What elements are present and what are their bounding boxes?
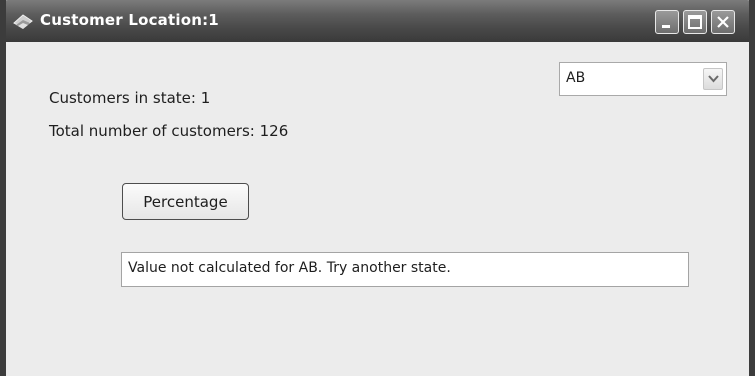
total-customers-label: Total number of customers: 126 — [49, 122, 289, 140]
app-icon — [12, 11, 34, 31]
state-select-arrow[interactable] — [703, 68, 723, 90]
percentage-button[interactable]: Percentage — [122, 183, 249, 220]
maximize-button[interactable] — [683, 10, 707, 34]
minimize-button[interactable] — [655, 10, 679, 34]
window-title: Customer Location:1 — [40, 11, 219, 29]
customers-in-state-label: Customers in state: 1 — [49, 89, 211, 107]
close-button[interactable] — [711, 10, 735, 34]
state-select[interactable]: AB — [559, 62, 727, 96]
maximize-icon — [688, 15, 702, 29]
customer-location-window: Customer Location:1 Customers in state: … — [0, 0, 755, 376]
chevron-down-icon — [708, 75, 719, 83]
result-field[interactable]: Value not calculated for AB. Try another… — [121, 252, 689, 287]
title-bar[interactable]: Customer Location:1 — [6, 0, 749, 42]
state-select-value: AB — [566, 70, 586, 86]
minimize-icon — [662, 25, 670, 28]
close-icon — [717, 16, 729, 28]
